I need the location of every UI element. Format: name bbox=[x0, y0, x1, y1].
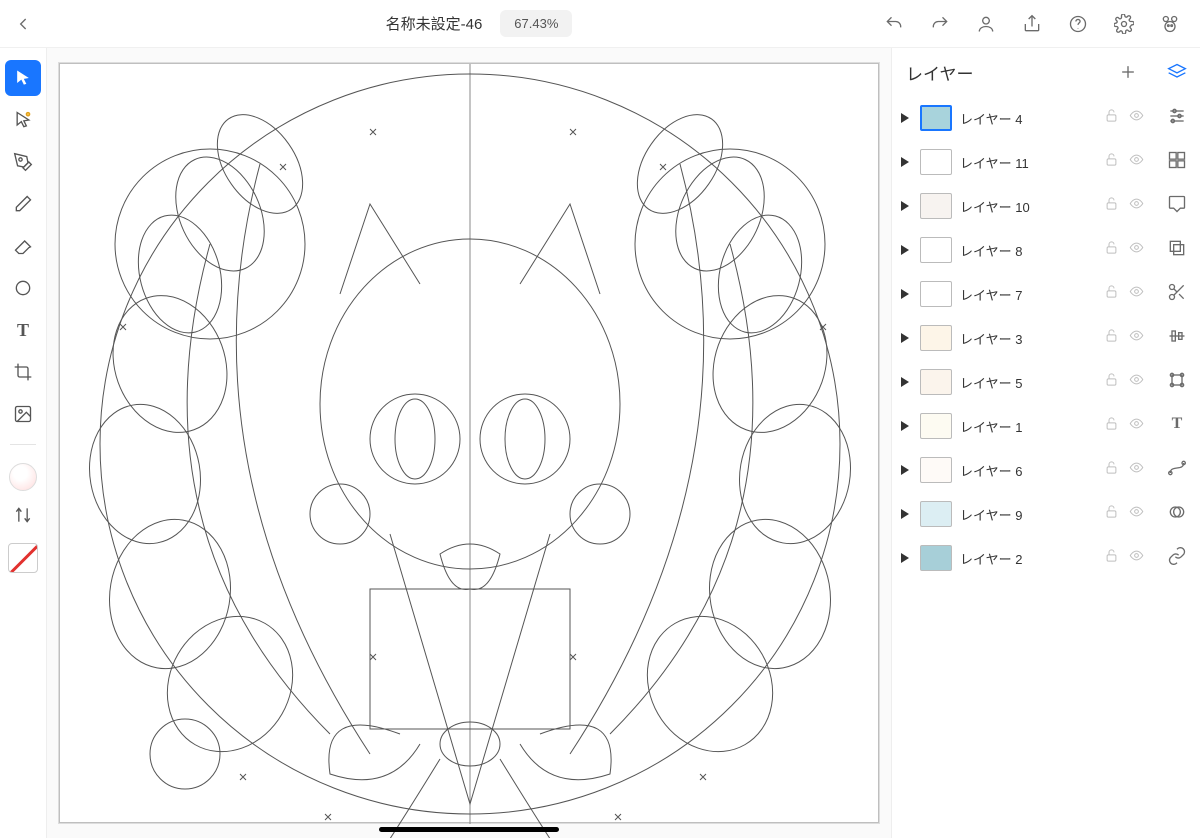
layer-name-label: レイヤー 11 bbox=[960, 153, 1096, 172]
visibility-icon[interactable] bbox=[1129, 460, 1144, 480]
align-panel-toggle[interactable] bbox=[1165, 324, 1189, 348]
layer-row[interactable]: レイヤー 2 bbox=[892, 536, 1154, 580]
layer-thumbnail bbox=[920, 501, 952, 527]
zoom-level[interactable]: 67.43% bbox=[500, 10, 572, 37]
settings-icon[interactable] bbox=[1112, 12, 1136, 36]
layers-panel: レイヤー レイヤー 4レイヤー 11レイヤー 10レイヤー 8レイヤー 7レイヤ… bbox=[892, 48, 1154, 838]
type-panel-toggle[interactable]: T bbox=[1165, 412, 1189, 436]
lock-icon[interactable] bbox=[1104, 416, 1119, 436]
lock-icon[interactable] bbox=[1104, 196, 1119, 216]
layer-thumbnail bbox=[920, 369, 952, 395]
arrange-panel-toggle[interactable] bbox=[1165, 236, 1189, 260]
document-title: 名称未設定-46 bbox=[386, 13, 483, 34]
artwork-outline bbox=[20, 34, 920, 838]
path-panel-toggle[interactable] bbox=[1165, 456, 1189, 480]
comments-panel-toggle[interactable] bbox=[1165, 192, 1189, 216]
layer-thumbnail bbox=[920, 237, 952, 263]
lock-icon[interactable] bbox=[1104, 328, 1119, 348]
layer-row[interactable]: レイヤー 3 bbox=[892, 316, 1154, 360]
layer-name-label: レイヤー 4 bbox=[960, 109, 1096, 128]
lock-icon[interactable] bbox=[1104, 152, 1119, 172]
visibility-icon[interactable] bbox=[1129, 284, 1144, 304]
layer-name-label: レイヤー 6 bbox=[960, 461, 1096, 480]
layer-row[interactable]: レイヤー 5 bbox=[892, 360, 1154, 404]
layers-list: レイヤー 4 レイヤー 11 レイヤー 10 レイヤー 8 レイヤー 7 レイヤー 3 レイ… bbox=[892, 96, 1154, 838]
visibility-icon[interactable] bbox=[1129, 372, 1144, 392]
layer-name-label: レイヤー 3 bbox=[960, 329, 1096, 348]
lock-icon[interactable] bbox=[1104, 548, 1119, 568]
layer-row[interactable]: レイヤー 6 bbox=[892, 448, 1154, 492]
layer-thumbnail bbox=[920, 105, 952, 131]
help-icon[interactable] bbox=[1066, 12, 1090, 36]
redo-button[interactable] bbox=[928, 12, 952, 36]
layer-row[interactable]: レイヤー 4 bbox=[892, 96, 1154, 140]
layer-name-label: レイヤー 8 bbox=[960, 241, 1096, 260]
layer-row[interactable]: レイヤー 10 bbox=[892, 184, 1154, 228]
layer-thumbnail bbox=[920, 545, 952, 571]
layer-row[interactable]: レイヤー 11 bbox=[892, 140, 1154, 184]
lock-icon[interactable] bbox=[1104, 372, 1119, 392]
layer-thumbnail bbox=[920, 149, 952, 175]
lock-icon[interactable] bbox=[1104, 504, 1119, 524]
layer-name-label: レイヤー 2 bbox=[960, 549, 1096, 568]
layer-thumbnail bbox=[920, 281, 952, 307]
layer-name-label: レイヤー 5 bbox=[960, 373, 1096, 392]
blend-panel-toggle[interactable] bbox=[1165, 500, 1189, 524]
visibility-icon[interactable] bbox=[1129, 504, 1144, 524]
transform-panel-toggle[interactable] bbox=[1165, 368, 1189, 392]
layer-name-label: レイヤー 9 bbox=[960, 505, 1096, 524]
home-indicator bbox=[379, 827, 559, 832]
lock-icon[interactable] bbox=[1104, 240, 1119, 260]
visibility-icon[interactable] bbox=[1129, 240, 1144, 260]
visibility-icon[interactable] bbox=[1129, 328, 1144, 348]
layer-thumbnail bbox=[920, 325, 952, 351]
visibility-icon[interactable] bbox=[1129, 548, 1144, 568]
layer-row[interactable]: レイヤー 1 bbox=[892, 404, 1154, 448]
undo-button[interactable] bbox=[882, 12, 906, 36]
layer-thumbnail bbox=[920, 193, 952, 219]
link-panel-toggle[interactable] bbox=[1165, 544, 1189, 568]
swatches-panel-toggle[interactable] bbox=[1165, 148, 1189, 172]
share-icon[interactable] bbox=[1020, 12, 1044, 36]
layers-panel-toggle[interactable] bbox=[1165, 60, 1189, 84]
artboard[interactable] bbox=[59, 63, 879, 823]
lock-icon[interactable] bbox=[1104, 284, 1119, 304]
layer-row[interactable]: レイヤー 9 bbox=[892, 492, 1154, 536]
properties-panel-toggle[interactable] bbox=[1165, 104, 1189, 128]
scissors-tool[interactable] bbox=[1165, 280, 1189, 304]
canvas-area[interactable] bbox=[46, 48, 892, 838]
layer-thumbnail bbox=[920, 457, 952, 483]
layer-name-label: レイヤー 10 bbox=[960, 197, 1096, 216]
visibility-icon[interactable] bbox=[1129, 108, 1144, 128]
lock-icon[interactable] bbox=[1104, 460, 1119, 480]
layer-thumbnail bbox=[920, 413, 952, 439]
visibility-icon[interactable] bbox=[1129, 152, 1144, 172]
user-icon[interactable] bbox=[974, 12, 998, 36]
layer-name-label: レイヤー 7 bbox=[960, 285, 1096, 304]
right-rail: T bbox=[1154, 48, 1200, 838]
add-layer-button[interactable] bbox=[1116, 60, 1140, 84]
layer-name-label: レイヤー 1 bbox=[960, 417, 1096, 436]
layer-row[interactable]: レイヤー 8 bbox=[892, 228, 1154, 272]
visibility-icon[interactable] bbox=[1129, 416, 1144, 436]
layer-row[interactable]: レイヤー 7 bbox=[892, 272, 1154, 316]
back-button[interactable] bbox=[12, 12, 36, 36]
lock-icon[interactable] bbox=[1104, 108, 1119, 128]
mascot-icon[interactable] bbox=[1158, 12, 1182, 36]
visibility-icon[interactable] bbox=[1129, 196, 1144, 216]
